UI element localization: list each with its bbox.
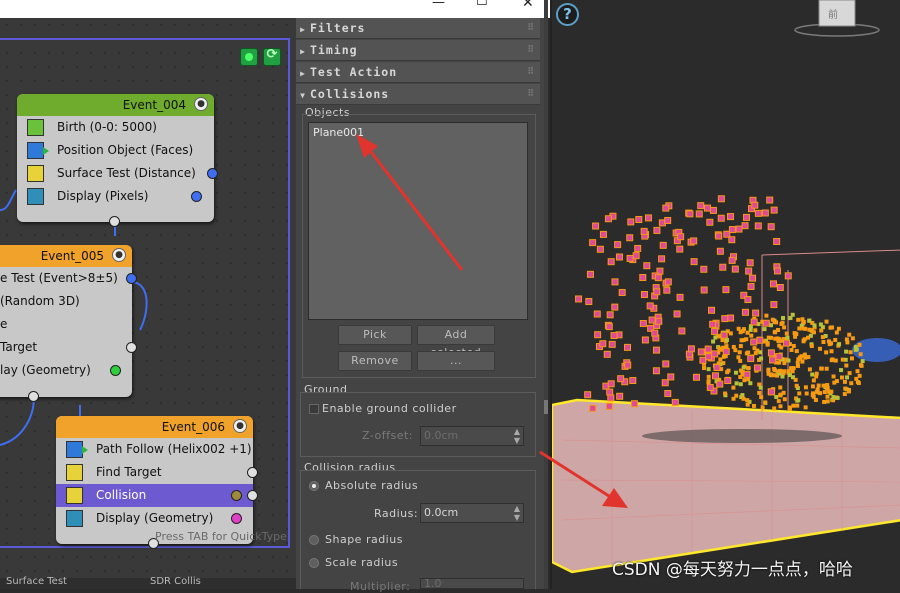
absolute-radius-radio[interactable] [309,481,319,491]
surface-test-icon [27,165,44,182]
event-004-header[interactable]: Event_004 ● [17,94,214,116]
zoffset-label: Z-offset: [362,429,414,442]
shape-radius-radio[interactable] [309,535,319,545]
display-icon [66,510,83,527]
collapse-triangle-icon: ▼ [300,91,306,100]
path-follow-icon [66,441,88,458]
ground-plane [552,398,900,574]
enable-ground-checkbox[interactable] [309,404,319,414]
spinner-arrows-icon[interactable]: ▲ ▼ [514,504,520,522]
event-005-title: Event_005 [40,249,104,263]
operator-speed[interactable]: (Random 3D) [0,290,132,313]
rollout-test-action[interactable]: ▶ Test Action ⠿ [296,62,540,83]
event-006-title: Event_006 [161,420,225,434]
event-004-node[interactable]: Event_004 ● Birth (0-0: 5000) Position O… [17,94,218,227]
display-icon [27,188,44,205]
particle-view-editor: — ⟳ Event_004 ● Birth (0-0: 5000) Positi… [0,0,296,589]
spinner-arrows-icon[interactable]: ▲ ▼ [514,427,520,445]
pick-button[interactable]: Pick [338,325,412,345]
rollout-collisions[interactable]: ▼ Collisions ⠿ [296,84,540,105]
scale-radius-radio[interactable] [309,558,319,568]
lightbulb-icon[interactable]: ● [112,248,126,262]
event-006-header[interactable]: Event_006 ● [56,416,253,438]
multiplier-spinner[interactable]: 1.0 [420,578,524,589]
radius-label: Radius: [374,507,419,520]
multiplier-label: Multiplier: [350,580,411,593]
zoffset-spinner[interactable]: 0.0cm ▲ ▼ [420,426,524,446]
scene-render [552,195,900,574]
watermark: CSDN @每天努力一点点，哈哈 [612,560,853,580]
maximize-icon[interactable]: ☐ [476,0,488,9]
panel-scrollbar[interactable] [544,0,548,589]
output-port[interactable] [207,168,218,179]
event-005-node[interactable]: Event_005 ● e Test (Event>8±5) (Random 3… [0,245,137,402]
operator-find-target[interactable]: Find Target [56,461,258,484]
more-button[interactable]: ... [417,351,495,371]
target-cloud [852,338,900,362]
operator-display-geometry[interactable]: Display (Geometry) [56,507,253,530]
output-port[interactable] [247,467,258,478]
scrollbar-thumb[interactable] [544,400,548,414]
event-005-header[interactable]: Event_005 ● [0,245,132,267]
window-title-bar-right: — ☐ ✕ [296,0,550,18]
expand-triangle-icon: ▶ [300,25,306,34]
objects-list[interactable]: Plane001 [308,122,528,320]
input-port[interactable] [109,216,120,227]
operator-age-test[interactable]: e Test (Event>8±5) [0,267,137,290]
minimize-icon[interactable]: — [432,0,445,10]
birth-icon [27,119,44,136]
color-swatch[interactable] [191,191,202,202]
particles [575,195,865,412]
operator-surface-test[interactable]: Surface Test (Distance) [17,162,218,185]
quicktype-hint: Press TAB for QuickType [155,530,287,543]
rollout-filters[interactable]: ▶ Filters ⠿ [296,18,540,39]
output-port[interactable] [247,490,258,501]
operator-shape[interactable]: e [0,313,132,336]
operator-display[interactable]: Display (Pixels) [17,185,214,208]
scale-radius-label: Scale radius [325,556,399,569]
remove-button[interactable]: Remove [338,351,412,371]
rollout-timing[interactable]: ▶ Timing ⠿ [296,40,540,61]
operator-collision[interactable]: Collision [56,484,258,507]
add-selected-button[interactable]: Add selected [417,325,495,359]
absolute-radius-label: Absolute radius [325,479,419,492]
event-004-title: Event_004 [122,98,186,112]
list-item[interactable]: Plane001 [313,126,364,139]
collision-icon [66,487,83,504]
position-object-icon [27,142,49,159]
color-swatch[interactable] [231,490,242,501]
operator-path-follow[interactable]: Path Follow (Helix002 +1) [56,438,253,461]
grip-icon: ⠿ [527,89,534,99]
viewport-3d[interactable]: ? 前 [550,0,900,589]
radius-spinner[interactable]: 0.0cm ▲ ▼ [420,503,524,523]
color-swatch[interactable] [231,513,242,524]
depot-item[interactable]: Surface Test [6,576,67,587]
close-icon[interactable]: ✕ [522,0,534,11]
particle-shadow [642,429,842,443]
shape-radius-label: Shape radius [325,533,403,546]
operator-position-object[interactable]: Position Object (Faces) [17,139,214,162]
grip-icon: ⠿ [527,45,534,55]
operator-display-geometry[interactable]: lay (Geometry) [0,359,132,382]
color-swatch[interactable] [110,365,121,376]
expand-triangle-icon: ▶ [300,69,306,78]
operator-birth[interactable]: Birth (0-0: 5000) [17,116,214,139]
output-port[interactable] [126,273,137,284]
enable-ground-label: Enable ground collider [322,402,457,415]
lightbulb-icon[interactable]: ● [194,97,208,111]
lightbulb-icon[interactable]: ● [233,419,247,433]
output-port[interactable] [126,342,137,353]
grip-icon: ⠿ [527,67,534,77]
input-port[interactable] [28,391,39,402]
depot-item[interactable]: SDR Collis [150,576,201,587]
operator-find-target[interactable]: Target [0,336,137,359]
depot-strip: Surface Test SDR Collis [0,576,296,589]
expand-triangle-icon: ▶ [300,47,306,56]
event-006-node[interactable]: Event_006 ● Path Follow (Helix002 +1) Fi… [56,416,258,549]
find-target-icon [66,464,83,481]
grip-icon: ⠿ [527,23,534,33]
